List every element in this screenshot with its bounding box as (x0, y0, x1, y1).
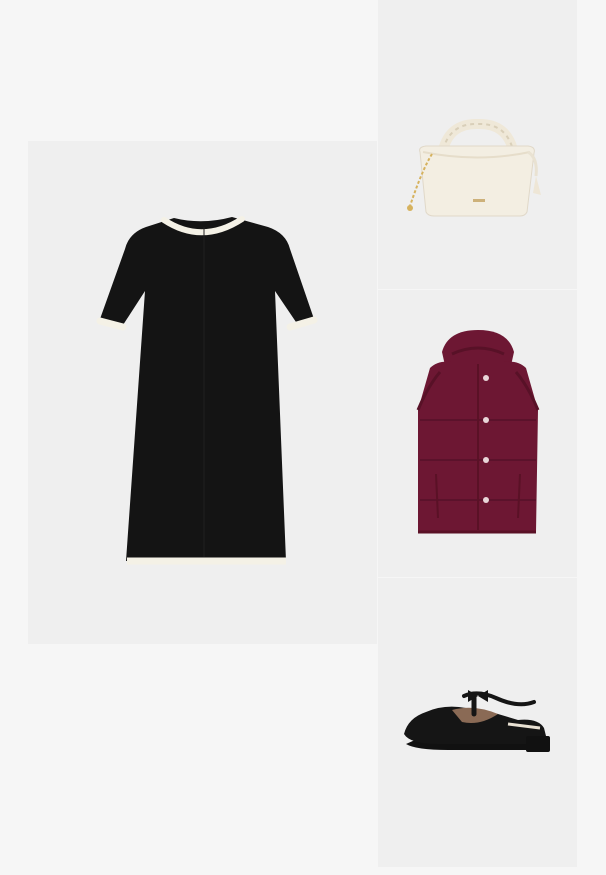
puffer-vest-image (416, 330, 540, 534)
product-tile-shoe[interactable] (378, 578, 577, 867)
mary-jane-shoe-image (404, 690, 550, 752)
handbag-image (407, 119, 541, 217)
product-tile-bag[interactable] (378, 0, 577, 289)
product-tile-dress[interactable] (28, 141, 377, 644)
dress-image (96, 216, 318, 565)
product-tile-vest[interactable] (378, 290, 577, 577)
